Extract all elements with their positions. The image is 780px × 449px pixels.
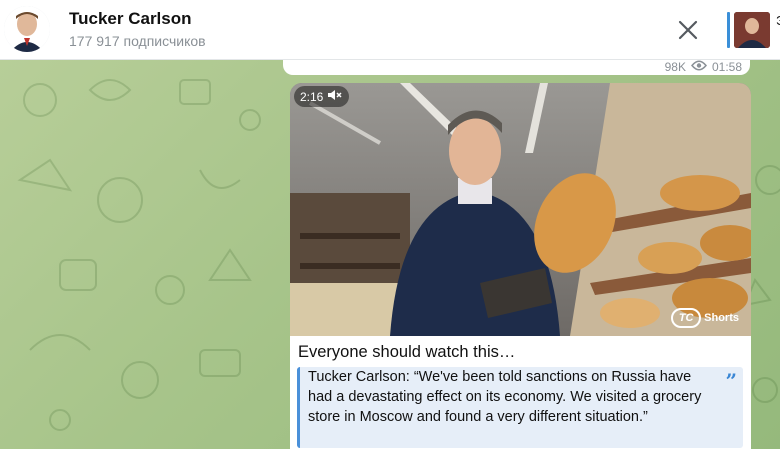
close-icon[interactable]	[676, 18, 700, 42]
video-duration: 2:16	[300, 89, 324, 104]
channel-title[interactable]: Tucker Carlson	[69, 9, 192, 29]
previous-message-meta: 98K 01:58	[665, 60, 742, 74]
message-time: 01:58	[711, 60, 742, 74]
video-frame	[290, 83, 751, 336]
tc-logo-label: Shorts	[704, 312, 739, 324]
subscriber-count: 177 917 подписчиков	[69, 33, 206, 49]
side-preview-accent	[727, 12, 730, 48]
previous-message[interactable]: 98K 01:58	[283, 60, 750, 75]
channel-header: Tucker Carlson 177 917 подписчиков Э	[0, 0, 780, 60]
tc-logo-mark: TC	[671, 308, 702, 328]
eye-icon	[690, 60, 707, 74]
quote-icon: ”	[725, 369, 737, 393]
muted-speaker-icon[interactable]	[327, 89, 343, 104]
message-caption: Everyone should watch this…	[298, 343, 516, 361]
video-player[interactable]: 2:16 TC Shorts	[290, 83, 751, 336]
side-preview-thumbnail[interactable]	[734, 12, 770, 48]
quote-block: Tucker Carlson: “We've been told sanctio…	[297, 367, 743, 448]
video-duration-badge[interactable]: 2:16	[294, 86, 350, 107]
tc-shorts-watermark: TC Shorts	[671, 308, 739, 328]
message-bubble[interactable]: 2:16 TC Shorts Everyone should watch thi…	[290, 83, 751, 449]
quote-text: Tucker Carlson: “We've been told sanctio…	[308, 369, 702, 425]
channel-avatar[interactable]	[4, 6, 50, 52]
view-count: 98K	[664, 60, 686, 74]
side-preview-text: Э	[776, 11, 780, 30]
